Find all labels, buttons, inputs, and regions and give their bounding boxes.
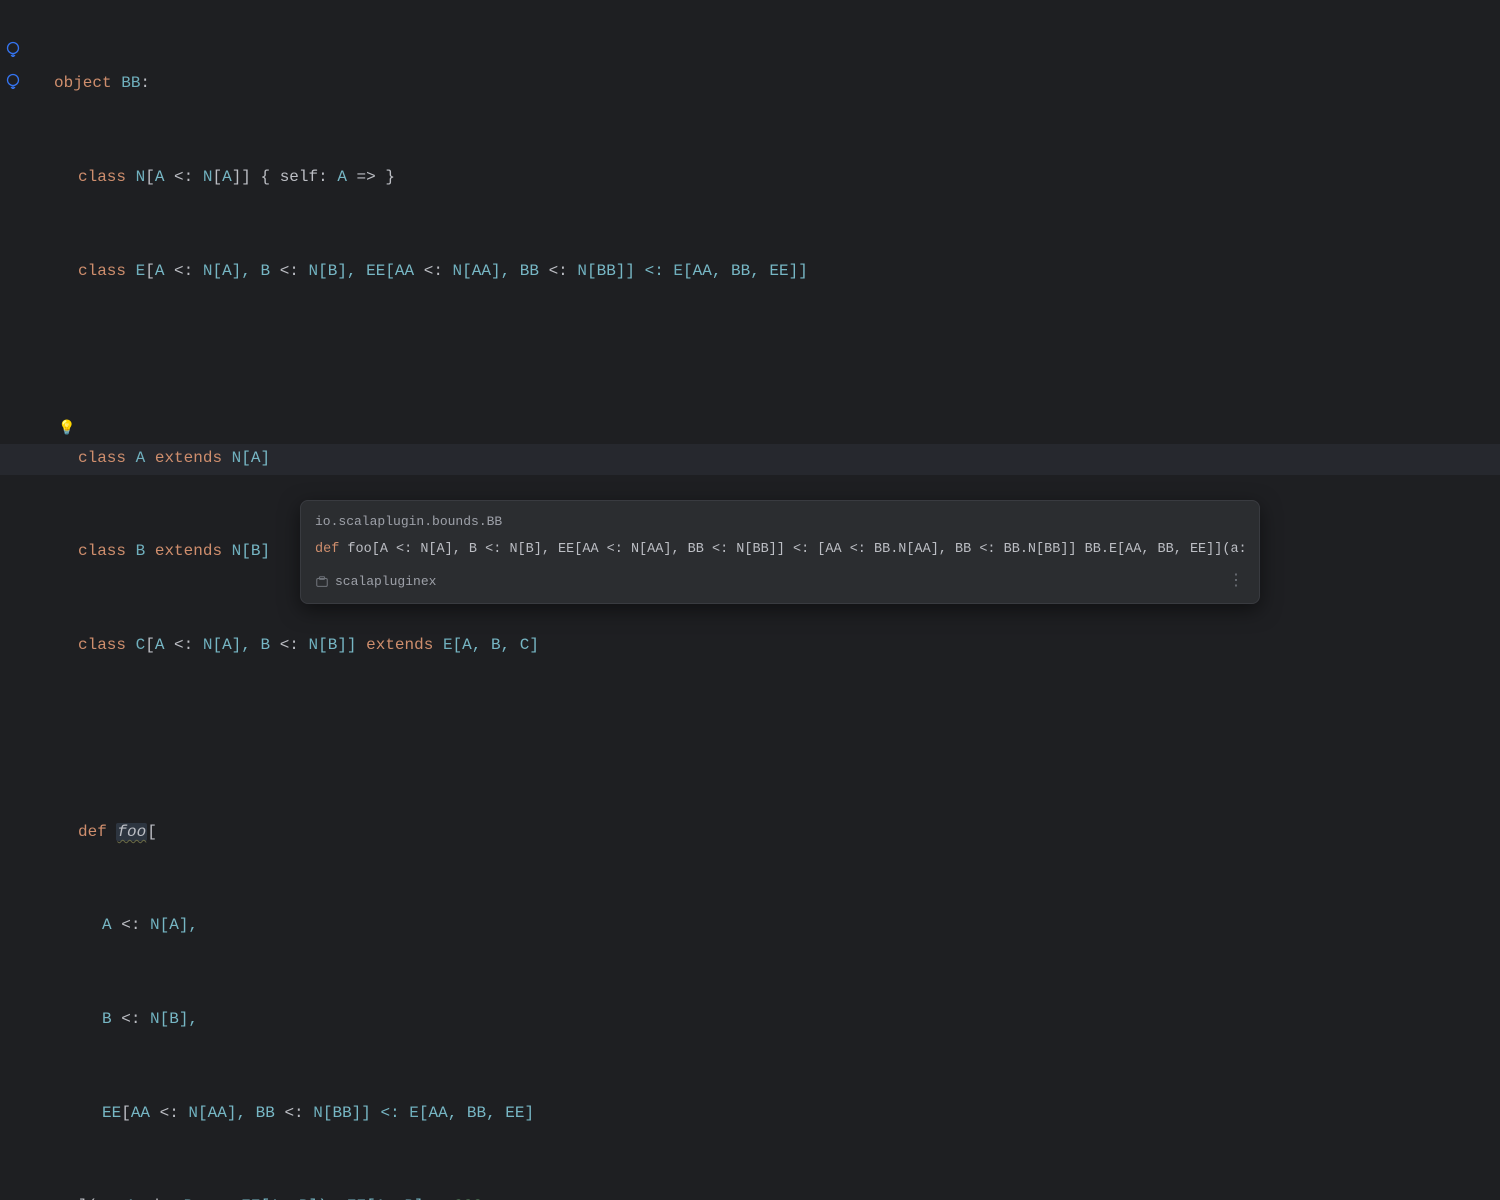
run-gutter-icon[interactable]	[4, 72, 22, 90]
gutter	[0, 0, 30, 1200]
quick-doc-popup[interactable]: io.scalaplugin.bounds.BB def foo[A <: N[…	[300, 500, 1260, 604]
code-line[interactable]: B <: N[B],	[54, 1004, 1500, 1035]
popup-module-name: scalapluginex	[335, 571, 436, 593]
code-line[interactable]: class E[A <: N[A], B <: N[B], EE[AA <: N…	[54, 256, 1500, 287]
code-line[interactable]: class C[A <: N[A], B <: N[B]] extends E[…	[54, 630, 1500, 661]
code-line[interactable]: EE[AA <: N[AA], BB <: N[BB]] <: E[AA, BB…	[54, 1098, 1500, 1129]
def-foo[interactable]: foo	[116, 823, 147, 841]
popup-module[interactable]: scalapluginex	[315, 571, 436, 593]
popup-signature: def foo[A <: N[A], B <: N[B], EE[AA <: N…	[315, 539, 1245, 562]
code-line[interactable]: object BB:	[54, 68, 1500, 99]
popup-more-icon[interactable]: ⋮	[1228, 568, 1245, 595]
code-line-blank[interactable]	[54, 723, 1500, 754]
code-line[interactable]: ](a: A, b: B, c: EE[A, B]): EE[A, B] = ?…	[54, 1191, 1500, 1200]
code-line[interactable]: class A extends N[A]	[54, 443, 1500, 474]
module-icon	[315, 575, 329, 589]
code-line[interactable]: A <: N[A],	[54, 910, 1500, 941]
code-line[interactable]: def foo[	[54, 817, 1500, 848]
code-line-blank[interactable]	[54, 349, 1500, 380]
run-gutter-icon[interactable]	[4, 40, 22, 58]
intention-bulb-icon[interactable]: 💡	[58, 416, 75, 443]
popup-qualified-name: io.scalaplugin.bounds.BB	[315, 511, 1245, 533]
code-line[interactable]: class N[A <: N[A]] { self: A => }	[54, 162, 1500, 193]
